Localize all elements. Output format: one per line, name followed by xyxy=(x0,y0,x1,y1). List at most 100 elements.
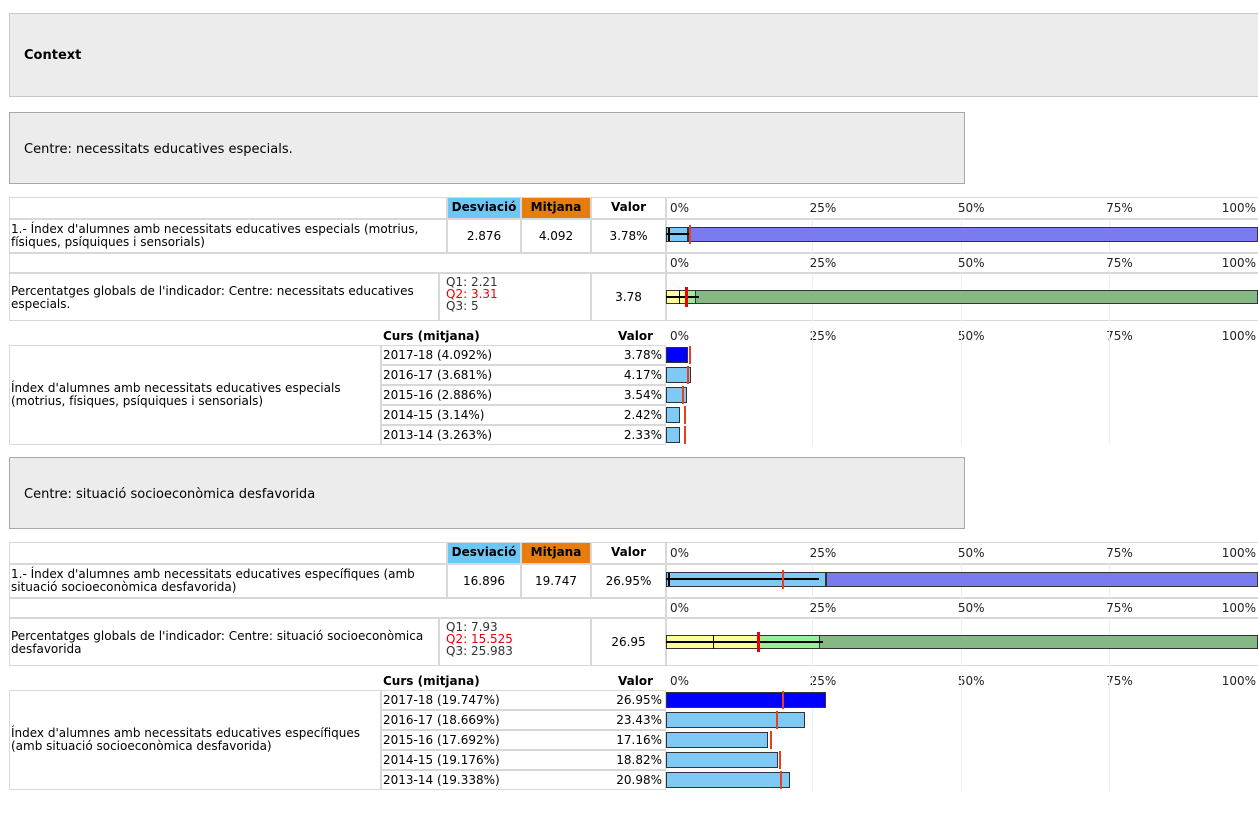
global-tick-4: 100% xyxy=(1221,601,1256,615)
global-label-cell: Percentatges globals de l'indicador: Cen… xyxy=(9,618,439,666)
global-valor: 3.78 xyxy=(591,273,666,321)
indicator-whisker-start xyxy=(668,573,670,586)
indicator-label-line: 1.- Índex d'alumnes amb necessitats educ… xyxy=(11,567,415,581)
history-bar xyxy=(666,732,768,748)
mitjana-header: Mitjana xyxy=(521,197,591,219)
global-tick-2: 50% xyxy=(957,601,985,615)
global-header-blank xyxy=(9,598,666,618)
history-curs: 2015-16 (17.692%) xyxy=(383,733,500,747)
history-gridline-1 xyxy=(960,327,962,445)
history-tick-4: 100% xyxy=(1221,329,1256,343)
history-valor: 2.33% xyxy=(623,428,662,442)
history-valor-header: Valor xyxy=(618,329,654,343)
desviacio-header: Desviació xyxy=(447,542,521,564)
history-mean-marker xyxy=(769,731,772,749)
indicator-mean-line xyxy=(666,578,819,580)
history-tick-0: 0% xyxy=(670,329,690,343)
history-valor: 4.17% xyxy=(623,368,662,382)
quartiles-cell: Q1: 7.93 Q2: 15.525 Q3: 25.983 xyxy=(439,618,591,666)
section-title: Centre: situació socioeconòmica desfavor… xyxy=(24,487,316,502)
global-tick-4: 100% xyxy=(1221,256,1256,270)
quartile-q3: Q3: 25.983 xyxy=(446,644,513,658)
section-title-panel: Centre: necessitats educatives especials… xyxy=(9,112,965,184)
history-mean-marker xyxy=(782,691,785,709)
global-header-blank xyxy=(9,253,666,273)
indicator-tick-4: 100% xyxy=(1221,201,1256,215)
global-label-line: Percentatges globals de l'indicador: Cen… xyxy=(11,284,414,298)
history-mean-marker xyxy=(686,366,689,384)
desviacio-header: Desviació xyxy=(447,197,521,219)
global-range-bar xyxy=(666,290,1258,304)
history-bar xyxy=(666,712,805,728)
context-panel: Context xyxy=(9,13,1258,97)
desviacio-value: 16.896 xyxy=(447,564,521,598)
history-valor: 3.78% xyxy=(623,348,662,362)
indicator-tick-3: 75% xyxy=(1106,201,1133,215)
section-title: Centre: necessitats educatives especials… xyxy=(24,142,293,157)
history-curs: 2013-14 (19.338%) xyxy=(383,773,500,787)
history-gridline-2 xyxy=(1108,672,1110,790)
global-label-line: Percentatges globals de l'indicador: Cen… xyxy=(11,629,424,643)
quartiles-cell: Q1: 2.21 Q2: 3.31 Q3: 5 xyxy=(439,273,591,321)
indicator-tick-3: 75% xyxy=(1106,546,1133,560)
history-tick-4: 100% xyxy=(1221,674,1256,688)
history-curs: 2013-14 (3.263%) xyxy=(383,428,493,442)
context-title: Context xyxy=(24,48,82,63)
global-label-line: desfavorida xyxy=(11,642,82,656)
history-tick-1: 25% xyxy=(809,329,837,343)
history-bar xyxy=(666,772,791,788)
history-curs: 2017-18 (19.747%) xyxy=(383,693,500,707)
history-mean-marker xyxy=(682,386,685,404)
global-tick-0: 0% xyxy=(670,601,690,615)
global-label-cell: Percentatges globals de l'indicador: Cen… xyxy=(9,273,439,321)
indicator-tick-2: 50% xyxy=(957,546,985,560)
indicator-tick-0: 0% xyxy=(670,201,690,215)
global-median-marker xyxy=(757,632,761,652)
history-label-line: Índex d'alumnes amb necessitats educativ… xyxy=(11,726,361,740)
history-curs: 2015-16 (2.886%) xyxy=(383,388,493,402)
history-tick-3: 75% xyxy=(1106,674,1133,688)
history-mean-marker xyxy=(683,406,686,424)
global-tick-3: 75% xyxy=(1106,256,1133,270)
history-label-line: Índex d'alumnes amb necessitats educativ… xyxy=(11,381,341,395)
indicator-label-line: 1.- Índex d'alumnes amb necessitats educ… xyxy=(11,222,419,236)
history-valor: 17.16% xyxy=(616,733,662,747)
history-gridline-0 xyxy=(812,327,814,445)
curs-header: Curs (mitjana) xyxy=(383,674,480,688)
history-mean-marker xyxy=(778,751,781,769)
global-median-marker xyxy=(684,287,688,307)
indicator-whisker-start xyxy=(668,228,670,241)
history-mean-marker xyxy=(684,426,687,444)
history-valor: 26.95% xyxy=(616,693,662,707)
history-tick-0: 0% xyxy=(670,674,690,688)
history-label-line: (motrius, físiques, psíquiques i sensori… xyxy=(11,394,264,408)
history-tick-1: 25% xyxy=(809,674,837,688)
history-curs: 2016-17 (18.669%) xyxy=(383,713,500,727)
indicator-remaining-bar xyxy=(688,227,1258,242)
indicator-remaining-bar xyxy=(825,572,1258,587)
indicator-tick-1: 25% xyxy=(809,201,837,215)
global-q1-marker xyxy=(713,635,715,649)
indicator-label-cell: 1.- Índex d'alumnes amb necessitats educ… xyxy=(9,564,447,598)
indicator-tick-2: 50% xyxy=(957,201,985,215)
global-whisker-line xyxy=(666,296,699,298)
history-bar xyxy=(666,347,689,363)
history-bar xyxy=(666,692,826,708)
history-bar xyxy=(666,427,680,443)
history-valor: 3.54% xyxy=(623,388,662,402)
global-tick-1: 25% xyxy=(809,601,837,615)
global-label-line: especials. xyxy=(11,297,71,311)
history-curs: 2014-15 (19.176%) xyxy=(383,753,500,767)
history-mean-marker xyxy=(689,346,692,364)
indicator-tick-1: 25% xyxy=(809,546,837,560)
header-blank-cell xyxy=(9,197,447,219)
global-whisker-line xyxy=(666,641,824,643)
history-bar xyxy=(666,752,778,768)
history-valor: 23.43% xyxy=(616,713,662,727)
history-mean-marker xyxy=(775,711,778,729)
section-title-panel: Centre: situació socioeconòmica desfavor… xyxy=(9,457,965,529)
global-tick-0: 0% xyxy=(670,256,690,270)
header-blank-cell xyxy=(9,542,447,564)
history-gridline-0 xyxy=(812,672,814,790)
valor-value: 3.78% xyxy=(591,219,666,253)
